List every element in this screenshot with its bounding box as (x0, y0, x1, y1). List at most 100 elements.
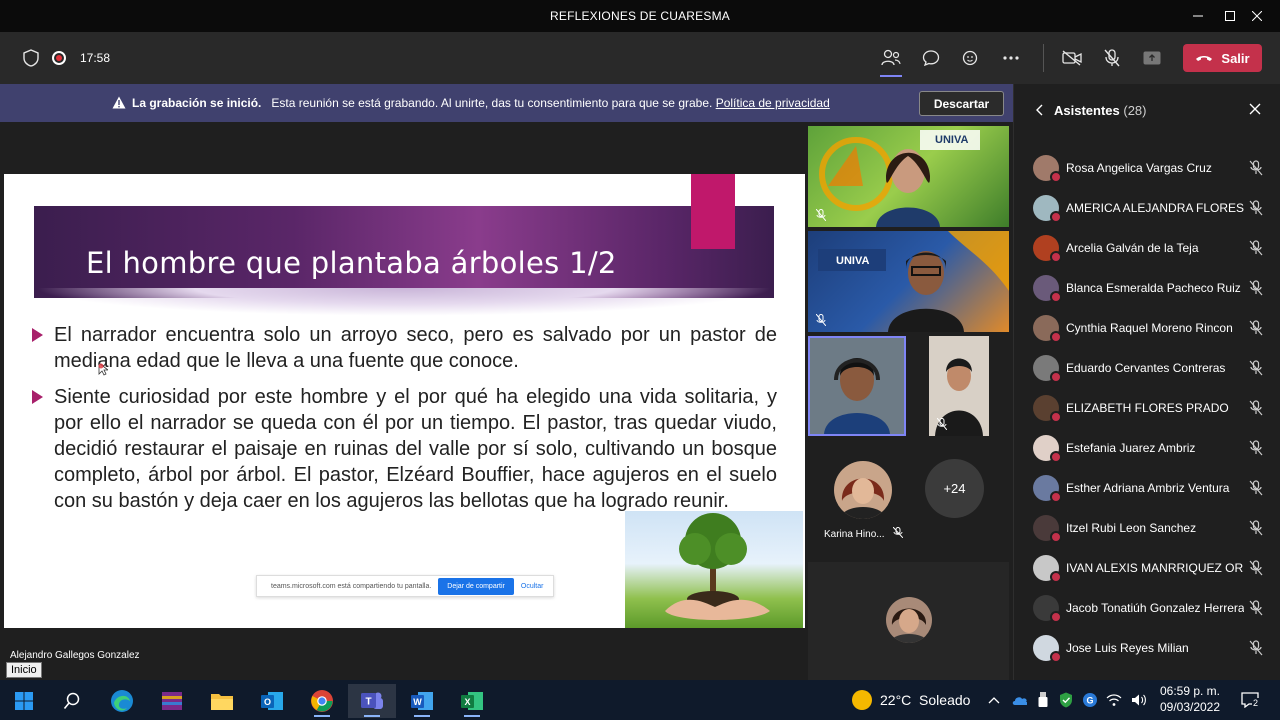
chat-icon[interactable] (919, 46, 943, 70)
panel-title-text: Asistentes (1054, 103, 1120, 118)
dismiss-button[interactable]: Descartar (919, 91, 1004, 116)
attendee-name: Jacob Tonatiúh Gonzalez Herrera (1066, 601, 1244, 615)
notifications-icon[interactable]: 2 (1240, 692, 1260, 708)
search-button[interactable] (48, 684, 96, 718)
running-indicator (364, 715, 380, 717)
video-tile[interactable] (929, 336, 989, 436)
panel-title: Asistentes (28) (1054, 103, 1147, 118)
mic-off-icon (1249, 400, 1263, 421)
attendee-name: Eduardo Cervantes Contreras (1066, 361, 1226, 375)
video-tile[interactable]: UNIVA (808, 126, 1009, 227)
clock-date: 09/03/2022 (1159, 700, 1221, 714)
people-icon[interactable] (879, 46, 903, 70)
folder-icon (211, 694, 233, 710)
share-screen-icon[interactable] (1140, 46, 1164, 70)
svg-text:W: W (413, 697, 422, 707)
taskbar-chrome[interactable] (298, 684, 346, 718)
attendee-row[interactable]: Blanca Esmeralda Pacheco Ruiz (1014, 268, 1280, 308)
security-shield-icon[interactable] (1058, 692, 1074, 708)
recording-message: La grabación se inició. Esta reunión se … (132, 96, 830, 110)
mic-off-icon (1249, 520, 1263, 541)
avatar[interactable] (834, 461, 892, 519)
title-bar: REFLEXIONES DE CUARESMA (0, 0, 1280, 32)
attendee-row[interactable]: Itzel Rubi Leon Sanchez (1014, 508, 1280, 548)
mic-off-icon (1249, 560, 1263, 581)
chevron-up-icon[interactable] (986, 692, 1002, 708)
mic-off-icon (1249, 480, 1263, 501)
shield-icon[interactable] (19, 46, 43, 70)
participant-video (819, 130, 980, 227)
onedrive-icon[interactable] (1011, 692, 1027, 708)
mic-off-icon (1249, 240, 1263, 261)
meeting-toolbar: 17:58 Salir (0, 32, 1280, 84)
attendee-row[interactable]: Esther Adriana Ambriz Ventura (1014, 468, 1280, 508)
system-clock[interactable]: 06:59 p. m. 09/03/2022 (1150, 683, 1230, 715)
attendee-row[interactable]: Eduardo Cervantes Contreras (1014, 348, 1280, 388)
taskbar-winrar[interactable] (148, 684, 196, 718)
participant-video (818, 231, 1009, 332)
privacy-policy-link[interactable]: Política de privacidad (716, 96, 830, 110)
svg-text:T: T (365, 697, 371, 708)
app-tray-icon[interactable]: G (1082, 692, 1098, 708)
close-icon[interactable] (1234, 0, 1280, 32)
attendee-row[interactable]: Estefania Juarez Ambriz (1014, 428, 1280, 468)
slide-bullet: Siente curiosidad por este hombre y el p… (32, 384, 777, 514)
attendee-row[interactable]: Jose Luis Reyes Milian (1014, 628, 1280, 668)
mic-off-icon (1249, 200, 1263, 221)
window-title: REFLEXIONES DE CUARESMA (550, 9, 730, 23)
univa-logo: UNIVA (935, 134, 969, 146)
mic-off-icon (937, 418, 947, 430)
attendee-row[interactable]: Rosa Angelica Vargas Cruz (1014, 148, 1280, 188)
clock-time: 06:59 p. m. (1159, 684, 1221, 698)
leave-button[interactable]: Salir (1183, 44, 1262, 72)
slide-bullet: El narrador encuentra solo un arroyo sec… (32, 322, 777, 374)
chevron-left-icon[interactable] (1035, 104, 1043, 116)
stop-sharing-button[interactable]: Dejar de compartir (438, 577, 514, 595)
mic-off-icon (1249, 320, 1263, 341)
taskbar-teams[interactable]: T (348, 684, 396, 718)
close-panel-icon[interactable] (1249, 103, 1261, 115)
reactions-icon[interactable] (959, 46, 983, 70)
attendee-row[interactable]: Cynthia Raquel Moreno Rincon (1014, 308, 1280, 348)
more-options-icon[interactable] (999, 46, 1023, 70)
weather-widget[interactable]: 22°C Soleado (852, 690, 970, 710)
mic-off-icon[interactable] (1100, 46, 1124, 70)
taskbar-edge[interactable] (98, 684, 146, 718)
camera-off-icon[interactable] (1060, 46, 1084, 70)
slide-title: El hombre que plantaba árboles 1/2 (86, 246, 617, 280)
teams-window: REFLEXIONES DE CUARESMA 17:58 Salir La g… (0, 0, 1280, 720)
video-tile-speaking[interactable] (808, 336, 906, 436)
taskbar-word[interactable]: W (398, 684, 446, 718)
network-icon[interactable] (1106, 692, 1122, 708)
windows-logo-icon (15, 692, 33, 710)
meeting-timer: 17:58 (80, 51, 111, 65)
attendee-row[interactable]: Jacob Tonatiúh Gonzalez Herrera (1014, 588, 1280, 628)
panel-header: Asistentes (28) (1014, 84, 1280, 136)
mic-off-icon (1249, 440, 1263, 461)
start-button[interactable] (0, 684, 48, 718)
attendee-count: (28) (1123, 103, 1147, 118)
volume-icon[interactable] (1131, 692, 1147, 708)
notification-count: 2 (1252, 698, 1260, 708)
svg-text:G: G (1086, 696, 1093, 706)
taskbar-file-explorer[interactable] (198, 684, 246, 718)
usb-drive-icon[interactable] (1035, 692, 1051, 708)
attendee-name: Cynthia Raquel Moreno Rincon (1066, 321, 1233, 335)
attendee-row[interactable]: ELIZABETH FLORES PRADO (1014, 388, 1280, 428)
video-tile[interactable]: UNIVA (808, 231, 1009, 332)
phone-hangup-icon (1196, 56, 1213, 61)
attendee-row[interactable]: IVAN ALEXIS MANRRIQUEZ OR... (1014, 548, 1280, 588)
bullet-arrow-icon (32, 328, 43, 342)
sun-icon (852, 690, 872, 710)
self-avatar[interactable] (886, 597, 932, 643)
taskbar-outlook[interactable]: O (248, 684, 296, 718)
attendee-row[interactable]: AMERICA ALEJANDRA FLORES R... (1014, 188, 1280, 228)
taskbar-excel[interactable]: X (448, 684, 496, 718)
svg-text:X: X (464, 697, 470, 707)
attendee-row[interactable]: Arcelia Galván de la Teja (1014, 228, 1280, 268)
more-participants-button[interactable]: +24 (925, 459, 984, 518)
avatar (1033, 195, 1062, 223)
hide-button[interactable]: Ocultar (521, 583, 544, 590)
active-tab-indicator (880, 75, 902, 77)
weather-text: 22°C Soleado (880, 692, 971, 708)
